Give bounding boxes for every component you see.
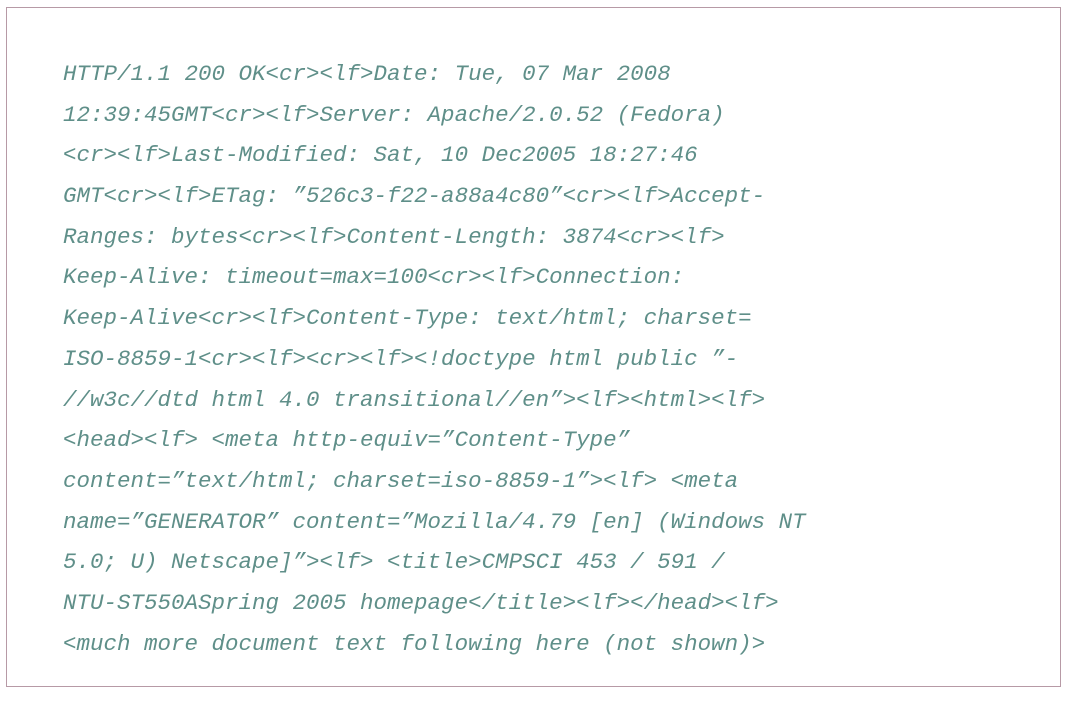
response-line-6: Keep-Alive: timeout=max=100<cr><lf>Conne…	[63, 264, 685, 291]
http-response-frame: HTTP/1.1 200 OK<cr><lf>Date: Tue, 07 Mar…	[6, 7, 1061, 687]
http-response-text: HTTP/1.1 200 OK<cr><lf>Date: Tue, 07 Mar…	[63, 54, 806, 664]
response-line-8: ISO-8859-1<cr><lf><cr><lf><!doctype html…	[63, 345, 739, 372]
response-line-4: GMT<cr><lf>ETag: ”526c3-f22-a88a4c80”<cr…	[63, 183, 766, 210]
response-line-1: HTTP/1.1 200 OK<cr><lf>Date: Tue, 07 Mar…	[63, 61, 671, 87]
response-line-5: Ranges: bytes<cr><lf>Content-Length: 387…	[63, 223, 725, 250]
response-line-14: NTU-ST550ASpring 2005 homepage</title><l…	[63, 589, 779, 616]
response-line-10: <head><lf> <meta http-equiv=”Content-Typ…	[63, 427, 631, 454]
response-line-12: name=”GENERATOR” content=”Mozilla/4.79 […	[63, 508, 806, 535]
response-line-13: 5.0; U) Netscape]”><lf> <title>CMPSCI 45…	[63, 549, 725, 576]
response-line-9: //w3c//dtd html 4.0 transitional//en”><l…	[63, 386, 766, 413]
response-line-2: 12:39:45GMT<cr><lf>Server: Apache/2.0.52…	[63, 101, 725, 128]
response-line-7: Keep-Alive<cr><lf>Content-Type: text/htm…	[63, 305, 752, 332]
response-line-15: <much more document text following here …	[63, 630, 766, 657]
response-line-3: <cr><lf>Last-Modified: Sat, 10 Dec2005 1…	[63, 142, 698, 169]
response-line-11: content=”text/html; charset=iso-8859-1”>…	[63, 467, 739, 494]
